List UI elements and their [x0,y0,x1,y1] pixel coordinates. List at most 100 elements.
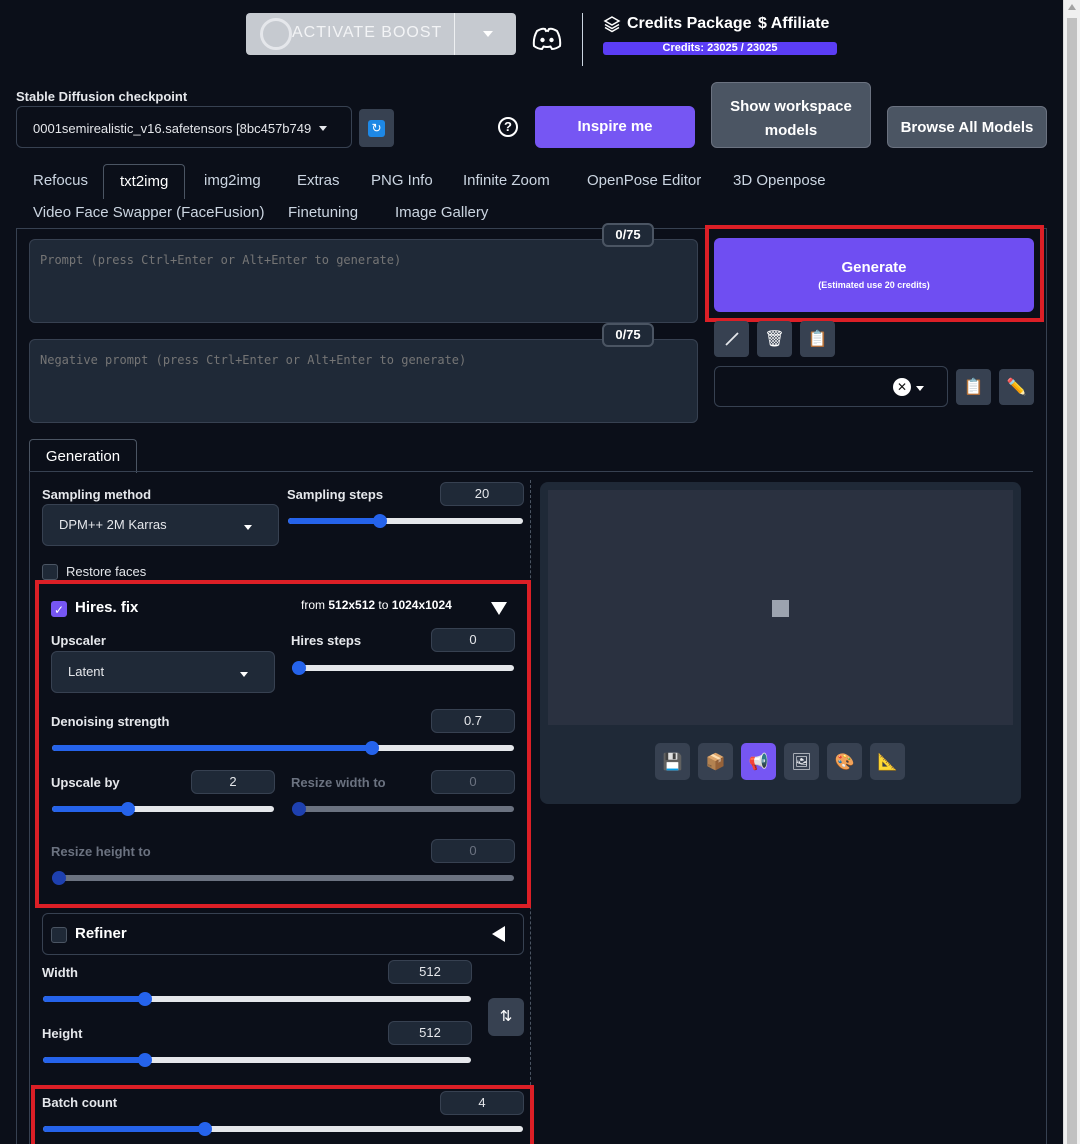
denoising-strength-input[interactable]: 0.7 [431,709,515,733]
from-text: from [301,598,325,612]
slider-thumb[interactable] [198,1122,212,1136]
prompt-token-counter: 0/75 [602,223,654,247]
chevron-down-icon[interactable] [483,31,493,37]
inspire-me-button[interactable]: Inspire me [535,106,695,148]
height-slider[interactable] [43,1053,471,1067]
chevron-down-icon [240,672,248,677]
copy-style-button[interactable]: 📋 [956,369,991,405]
generate-label: Generate [841,259,907,276]
resize-width-slider[interactable] [292,802,514,816]
slider-thumb[interactable] [121,802,135,816]
affiliate-link[interactable]: $ Affiliate [758,15,829,33]
generate-button[interactable]: Generate (Estimated use 20 credits) [714,238,1034,312]
tab-refocus[interactable]: Refocus [33,164,88,198]
discord-icon[interactable] [532,27,562,51]
sampling-method-value: DPM++ 2M Karras [59,517,167,532]
collapse-icon[interactable] [491,602,507,615]
slider-thumb[interactable] [365,741,379,755]
sampling-steps-slider[interactable] [288,514,523,528]
denoising-strength-slider[interactable] [52,741,514,755]
trash-icon: 🗑 [764,331,785,348]
clear-icon[interactable]: ✕ [893,378,911,396]
slider-thumb[interactable] [373,514,387,528]
credits-package-link[interactable]: Credits Package [603,15,752,33]
refiner-checkbox[interactable] [51,927,67,943]
tab-png-info[interactable]: PNG Info [371,164,433,198]
activate-boost-label: ACTIVATE BOOST [292,24,443,41]
expand-icon[interactable] [492,926,505,942]
clear-prompt-button[interactable]: 🗑 [757,321,792,357]
tab-img2img[interactable]: img2img [204,164,261,198]
resize-width-input[interactable]: 0 [431,770,515,794]
send-to-inpaint-button[interactable]: 🖼 [784,743,819,780]
restore-faces-label: Restore faces [66,564,147,579]
resize-height-input[interactable]: 0 [431,839,515,863]
swap-dimensions-button[interactable]: ⇅ [488,998,524,1036]
tab-infinite-zoom[interactable]: Infinite Zoom [463,164,550,198]
checkpoint-select[interactable]: 0001semirealistic_v16.safetensors [8bc45… [16,106,352,148]
clipboard-icon: 📋 [963,379,984,396]
slider-thumb[interactable] [292,661,306,675]
resize-height-slider[interactable] [52,871,514,885]
height-input[interactable]: 512 [388,1021,472,1045]
paste-params-button[interactable]: 📋 [800,321,835,357]
panel-border [29,471,30,1144]
save-button[interactable]: 💾 [655,743,690,780]
tab-video-face-swapper[interactable]: Video Face Swapper (FaceFusion) [33,196,265,230]
help-icon[interactable]: ? [498,117,518,137]
slider-thumb[interactable] [138,992,152,1006]
panel-border [16,228,17,1144]
slider-thumb[interactable] [52,871,66,885]
slider-thumb[interactable] [138,1053,152,1067]
clipboard-icon: 📋 [807,331,828,348]
divider [454,13,455,55]
styles-select[interactable]: ✕ [714,366,948,407]
tab-openpose-editor[interactable]: OpenPose Editor [587,164,701,198]
prompt-input[interactable] [29,239,698,323]
hires-steps-slider[interactable] [292,661,514,675]
tab-image-gallery[interactable]: Image Gallery [395,196,488,230]
chevron-down-icon [916,386,924,391]
tab-generation[interactable]: Generation [29,439,137,473]
restore-faces-checkbox[interactable] [42,564,58,580]
upscale-by-slider[interactable] [52,802,274,816]
send-to-img2img-button[interactable]: 📢 [741,743,776,780]
tab-3d-openpose[interactable]: 3D Openpose [733,164,826,198]
batch-count-slider[interactable] [43,1122,523,1136]
scroll-up-icon[interactable] [1068,4,1076,10]
width-slider[interactable] [43,992,471,1006]
slider-thumb[interactable] [292,802,306,816]
batch-count-input[interactable]: 4 [440,1091,524,1115]
upscaler-select[interactable]: Latent [51,651,275,693]
tab-finetuning[interactable]: Finetuning [288,196,358,230]
upscaler-value: Latent [68,664,105,679]
zip-button[interactable]: 📦 [698,743,733,780]
edit-style-button[interactable]: ✏️ [999,369,1034,405]
scrollbar-thumb[interactable] [1067,18,1077,1144]
image-placeholder-icon [772,600,789,617]
resize-width-label: Resize width to [291,775,386,790]
width-input[interactable]: 512 [388,960,472,984]
tab-extras[interactable]: Extras [297,164,340,198]
hires-fix-checkbox[interactable]: ✓ [51,601,67,617]
activate-boost-button[interactable]: ACTIVATE BOOST [246,13,516,55]
negative-prompt-input[interactable] [29,339,698,423]
swap-arrows-icon: ⇅ [499,1008,513,1025]
page-scrollbar[interactable] [1063,0,1080,1144]
send-to-extras-button[interactable]: 🎨 [827,743,862,780]
spinner-icon [260,18,292,50]
upscale-by-input[interactable]: 2 [191,770,275,794]
to-size: 1024x1024 [391,598,452,612]
checkpoint-value: 0001semirealistic_v16.safetensors [8bc45… [33,121,312,136]
arrow-diagonal-icon [724,332,739,346]
browse-all-models-button[interactable]: Browse All Models [887,106,1047,148]
show-workspace-models-button[interactable]: Show workspace models [711,82,871,148]
hires-steps-input[interactable]: 0 [431,628,515,652]
tab-txt2img[interactable]: txt2img [103,164,186,199]
refresh-checkpoint-button[interactable]: ↻ [359,109,394,147]
sampling-method-label: Sampling method [42,487,152,502]
sampling-steps-input[interactable]: 20 [440,482,524,506]
sampling-method-select[interactable]: DPM++ 2M Karras [42,504,279,546]
send-to-openpose-button[interactable]: 📐 [870,743,905,780]
apply-style-button[interactable] [714,321,749,357]
